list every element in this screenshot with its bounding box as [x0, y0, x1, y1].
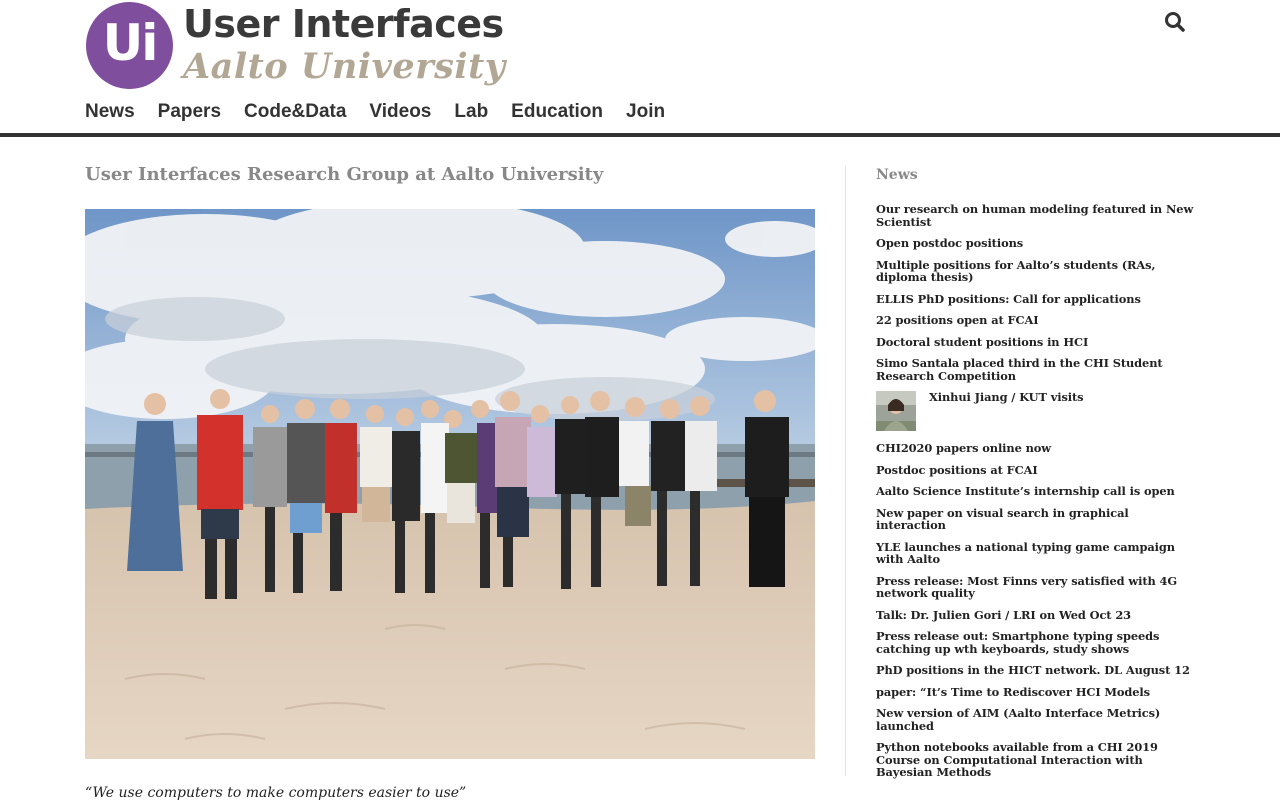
- nav-item-education[interactable]: Education: [511, 99, 603, 125]
- nav-item-lab[interactable]: Lab: [454, 99, 488, 125]
- group-photo: [85, 209, 815, 759]
- news-item: Press release: Most Finns very satisfied…: [876, 574, 1196, 601]
- sidebar-divider: [845, 166, 846, 776]
- news-item: Xinhui Jiang / KUT visits: [876, 391, 1196, 433]
- news-item: Simo Santala placed third in the CHI Stu…: [876, 357, 1196, 382]
- news-link[interactable]: ELLIS PhD positions: Call for applicatio…: [876, 292, 1141, 306]
- site-header: Ui User Interfaces Aalto University News…: [0, 0, 1280, 137]
- news-item: Press release out: Smartphone typing spe…: [876, 630, 1196, 655]
- logo-mark-text: Ui: [102, 14, 159, 72]
- news-item: paper: “It’s Time to Rediscover HCI Mode…: [876, 685, 1196, 699]
- news-link[interactable]: YLE launches a national typing game camp…: [876, 540, 1175, 567]
- logo-title: User Interfaces: [183, 2, 504, 46]
- news-item: Open postdoc positions: [876, 237, 1196, 250]
- news-link[interactable]: New paper on visual search in graphical …: [876, 506, 1129, 533]
- nav-item-join[interactable]: Join: [626, 99, 665, 125]
- news-link[interactable]: PhD positions in the HICT network. DL Au…: [876, 663, 1190, 677]
- news-item: Our research on human modeling featured …: [876, 203, 1196, 228]
- news-item: 22 positions open at FCAI: [876, 314, 1196, 327]
- nav-item-code-data[interactable]: Code&Data: [244, 99, 346, 125]
- logo-mark: Ui: [86, 2, 173, 89]
- news-item: PhD positions in the HICT network. DL Au…: [876, 664, 1196, 677]
- news-link[interactable]: Aalto Science Institute’s internship cal…: [876, 484, 1175, 498]
- news-link[interactable]: Python notebooks available from a CHI 20…: [876, 740, 1158, 779]
- news-item: YLE launches a national typing game camp…: [876, 540, 1196, 567]
- news-item: New version of AIM (Aalto Interface Metr…: [876, 707, 1196, 732]
- main-content: User Interfaces Research Group at Aalto …: [85, 160, 815, 800]
- news-item: CHI2020 papers online now: [876, 442, 1196, 455]
- news-link[interactable]: Postdoc positions at FCAI: [876, 463, 1038, 477]
- news-sidebar: News Our research on human modeling feat…: [876, 165, 1196, 778]
- logo-subtitle: Aalto University: [183, 46, 506, 87]
- news-item: ELLIS PhD positions: Call for applicatio…: [876, 292, 1196, 306]
- news-item: Talk: Dr. Julien Gori / LRI on Wed Oct 2…: [876, 608, 1196, 622]
- news-list: Our research on human modeling featured …: [876, 203, 1196, 788]
- news-item: Multiple positions for Aalto’s students …: [876, 258, 1196, 285]
- news-link[interactable]: Open postdoc positions: [876, 236, 1023, 250]
- news-link[interactable]: paper: “It’s Time to Rediscover HCI Mode…: [876, 685, 1150, 699]
- main-nav: News Papers Code&Data Videos Lab Educati…: [85, 99, 688, 125]
- news-link[interactable]: Talk: Dr. Julien Gori / LRI on Wed Oct 2…: [876, 608, 1131, 622]
- nav-item-videos[interactable]: Videos: [369, 99, 431, 125]
- news-link[interactable]: Xinhui Jiang / KUT visits: [929, 391, 1084, 404]
- nav-item-news[interactable]: News: [85, 99, 135, 125]
- news-item: Aalto Science Institute’s internship cal…: [876, 485, 1196, 498]
- nav-item-papers[interactable]: Papers: [158, 99, 221, 125]
- site-logo[interactable]: Ui User Interfaces Aalto University: [85, 0, 505, 92]
- news-link[interactable]: CHI2020 papers online now: [876, 441, 1051, 455]
- news-link[interactable]: Doctoral student positions in HCI: [876, 335, 1088, 349]
- news-link[interactable]: 22 positions open at FCAI: [876, 313, 1039, 327]
- page-title: User Interfaces Research Group at Aalto …: [85, 164, 604, 185]
- sidebar-title: News: [876, 167, 918, 183]
- news-item: Doctoral student positions in HCI: [876, 335, 1196, 349]
- news-link[interactable]: Press release: Most Finns very satisfied…: [876, 574, 1177, 601]
- news-link[interactable]: Our research on human modeling featured …: [876, 202, 1193, 229]
- news-item: New paper on visual search in graphical …: [876, 506, 1196, 533]
- nav-divider: [0, 133, 1280, 137]
- news-link[interactable]: New version of AIM (Aalto Interface Metr…: [876, 706, 1160, 733]
- search-icon[interactable]: [1162, 9, 1188, 35]
- news-link[interactable]: Multiple positions for Aalto’s students …: [876, 258, 1155, 285]
- news-link[interactable]: Simo Santala placed third in the CHI Stu…: [876, 356, 1163, 383]
- news-item: Python notebooks available from a CHI 20…: [876, 741, 1196, 779]
- news-item: Postdoc positions at FCAI: [876, 463, 1196, 477]
- news-link[interactable]: Press release out: Smartphone typing spe…: [876, 629, 1159, 656]
- news-thumbnail[interactable]: [876, 391, 916, 431]
- tagline: “We use computers to make computers easi…: [85, 785, 467, 800]
